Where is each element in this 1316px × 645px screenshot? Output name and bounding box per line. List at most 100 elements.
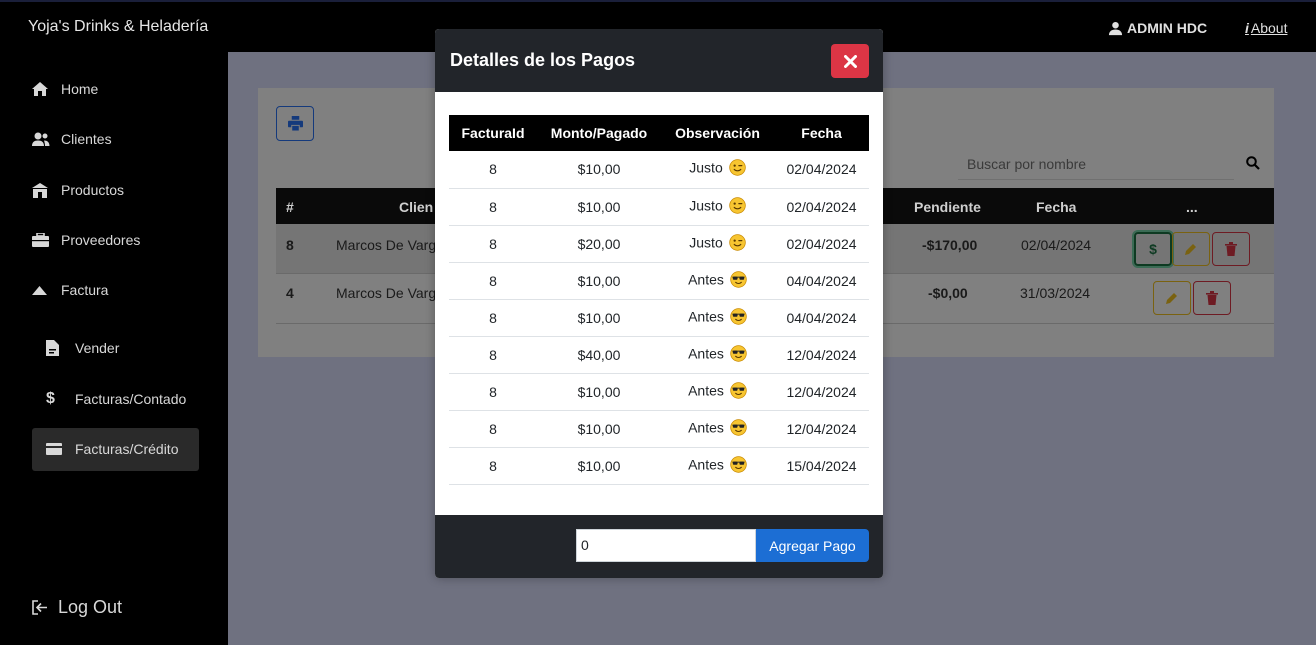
row-date: 02/04/2024 [774, 188, 869, 226]
payments-modal: Detalles de los Pagos FacturaId Monto/Pa… [435, 29, 883, 578]
row-date: 04/04/2024 [774, 262, 869, 300]
row-observation-text: Antes [688, 419, 724, 436]
row-factura-id: 8 [449, 447, 537, 485]
sidebar-item-proveedores[interactable]: Proveedores [32, 232, 140, 248]
user-icon [1108, 21, 1123, 35]
row-observation: Antes [661, 410, 774, 448]
user-name: ADMIN HDC [1127, 20, 1208, 36]
row-amount: $10,00 [537, 373, 661, 411]
column-header: ... [1186, 199, 1198, 215]
column-header: Monto/Pagado [537, 115, 661, 151]
column-header: # [286, 199, 294, 215]
row-amount: $40,00 [537, 336, 661, 374]
sidebar: Home Clientes Productos Proveedores Fact… [0, 52, 228, 645]
column-header: Fecha [1036, 199, 1077, 215]
row-date: 12/04/2024 [774, 373, 869, 411]
payments-button[interactable]: $ [1134, 232, 1172, 266]
edit-button[interactable] [1172, 232, 1210, 266]
row-date: 31/03/2024 [1020, 285, 1091, 301]
wink-emoji-icon [729, 233, 746, 254]
about-link[interactable]: i About [1245, 20, 1287, 36]
sidebar-item-label: Factura [61, 282, 109, 298]
table-row: 8 $10,00 Antes 12/04/2024 [449, 410, 869, 448]
row-observation-text: Justo [689, 234, 723, 251]
caret-up-icon [32, 285, 54, 295]
edit-button[interactable] [1153, 281, 1191, 315]
payment-amount-input[interactable]: 0 [576, 529, 756, 562]
add-payment-button[interactable]: Agregar Pago [756, 529, 869, 562]
table-row: 8 $10,00 Antes 12/04/2024 [449, 373, 869, 411]
row-amount: $10,00 [537, 299, 661, 337]
credit-card-icon [46, 443, 68, 455]
delete-button[interactable] [1212, 232, 1250, 266]
sidebar-subitem-vender[interactable]: Vender [46, 340, 119, 356]
payments-table: FacturaId Monto/Pagado Observación Fecha… [449, 115, 869, 485]
row-factura-id: 8 [449, 410, 537, 448]
table-row: 8 $40,00 Antes 12/04/2024 [449, 336, 869, 374]
sidebar-item-factura[interactable]: Factura [32, 282, 108, 298]
row-observation: Antes [661, 336, 774, 374]
logout-button[interactable]: Log Out [32, 597, 122, 618]
info-icon: i [1245, 20, 1249, 36]
row-observation-text: Justo [689, 197, 723, 214]
row-observation: Antes [661, 299, 774, 337]
row-factura-id: 8 [449, 188, 537, 226]
logout-icon [32, 600, 47, 615]
row-date: 12/04/2024 [774, 410, 869, 448]
row-date: 12/04/2024 [774, 336, 869, 374]
store-icon [32, 182, 54, 198]
row-observation-text: Antes [688, 456, 724, 473]
sidebar-item-label: Facturas/Crédito [75, 441, 179, 457]
sidebar-subitem-credito[interactable]: Facturas/Crédito [46, 441, 178, 457]
modal-header: Detalles de los Pagos [435, 29, 883, 92]
wink-emoji-icon [729, 159, 746, 179]
sidebar-item-home[interactable]: Home [32, 81, 98, 97]
sidebar-item-label: Facturas/Contado [75, 391, 187, 407]
sidebar-subitem-contado[interactable]: $ Facturas/Contado [46, 390, 186, 408]
table-row: 8 $10,00 Antes 04/04/2024 [449, 299, 869, 337]
search-input[interactable]: Buscar por nombre [958, 148, 1234, 180]
about-label: About [1250, 20, 1288, 36]
row-date: 02/04/2024 [1021, 237, 1092, 253]
row-client: Marcos De Varg [336, 237, 437, 253]
close-button[interactable] [831, 44, 869, 78]
search-icon[interactable] [1246, 156, 1260, 170]
row-date: 04/04/2024 [774, 299, 869, 337]
users-icon [32, 132, 54, 146]
row-date: 15/04/2024 [774, 447, 869, 485]
row-pending: -$0,00 [928, 285, 968, 301]
table-row: 8 $20,00 Justo 02/04/2024 [449, 225, 869, 263]
user-menu[interactable]: ADMIN HDC [1108, 20, 1207, 36]
delete-button[interactable] [1193, 281, 1231, 315]
sunglasses-emoji-icon [730, 307, 747, 328]
close-icon [843, 54, 857, 68]
brand-title[interactable]: Yoja's Drinks & Heladería [28, 18, 208, 36]
column-header: Observación [661, 115, 774, 151]
table-row: 8 $10,00 Justo 02/04/2024 [449, 188, 869, 226]
payments-table-header: FacturaId Monto/Pagado Observación Fecha [449, 115, 869, 151]
row-factura-id: 8 [449, 373, 537, 411]
row-amount: $10,00 [537, 262, 661, 300]
trash-icon [1225, 242, 1237, 256]
row-amount: $10,00 [537, 447, 661, 485]
pencil-icon [1185, 244, 1196, 255]
row-observation-text: Antes [688, 382, 724, 399]
sunglasses-emoji-icon [730, 455, 747, 476]
row-factura-id: 8 [449, 262, 537, 300]
sidebar-item-clientes[interactable]: Clientes [32, 131, 112, 147]
sidebar-item-label: Productos [61, 182, 125, 198]
row-factura-id: 8 [449, 151, 537, 189]
print-button[interactable] [276, 106, 314, 141]
sidebar-item-label: Home [61, 81, 99, 97]
row-factura-id: 8 [449, 299, 537, 337]
sunglasses-emoji-icon [730, 381, 747, 402]
row-date: 02/04/2024 [774, 151, 869, 189]
column-header: Pendiente [914, 199, 981, 215]
sidebar-item-label: Clientes [61, 131, 112, 147]
row-observation-text: Antes [688, 345, 724, 362]
column-header: FacturaId [449, 115, 537, 151]
sidebar-item-productos[interactable]: Productos [32, 182, 124, 198]
row-observation: Justo [661, 188, 774, 226]
dollar-icon: $ [46, 390, 55, 407]
wink-emoji-icon [729, 196, 746, 217]
